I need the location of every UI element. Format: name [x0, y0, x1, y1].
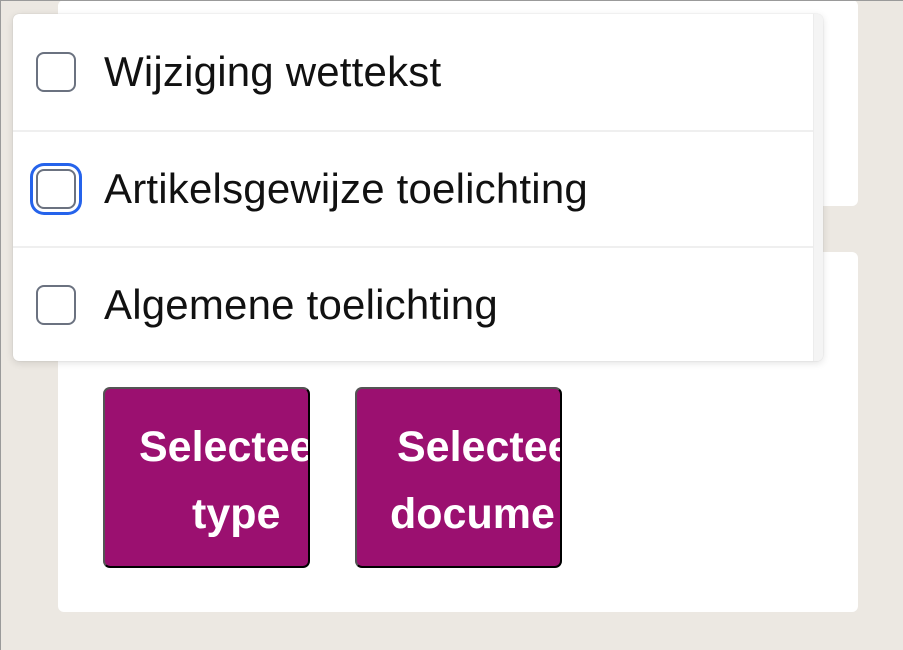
left-gutter [0, 0, 10, 650]
select-type-button[interactable]: Selectee type [103, 387, 310, 568]
checkbox-wijziging-wettekst[interactable] [36, 52, 76, 92]
option-label: Algemene toelichting [104, 280, 498, 328]
dropdown-option-algemene-toelichting[interactable]: Algemene toelichting [13, 246, 814, 361]
option-label: Artikelsgewijze toelichting [104, 165, 588, 212]
dropdown-option-artikelsgewijze-toelichting[interactable]: Artikelsgewijze toelichting [13, 130, 814, 246]
dropdown-option-wijziging-wettekst[interactable]: Wijziging wettekst [13, 14, 814, 130]
checkbox-algemene-toelichting[interactable] [36, 284, 76, 325]
checkbox-artikelsgewijze-toelichting[interactable] [36, 169, 76, 209]
select-type-button-line1: Selectee [139, 423, 310, 471]
select-document-button[interactable]: Selectee docume [355, 387, 562, 568]
select-type-button-line2: type [192, 490, 281, 538]
option-label: Wijziging wettekst [104, 48, 442, 95]
select-document-button-line1: Selectee [397, 423, 562, 471]
document-part-dropdown: Wijziging wettekst Artikelsgewijze toeli… [13, 14, 823, 361]
dropdown-scrollbar[interactable] [813, 14, 823, 361]
select-document-button-line2: docume [390, 490, 555, 538]
